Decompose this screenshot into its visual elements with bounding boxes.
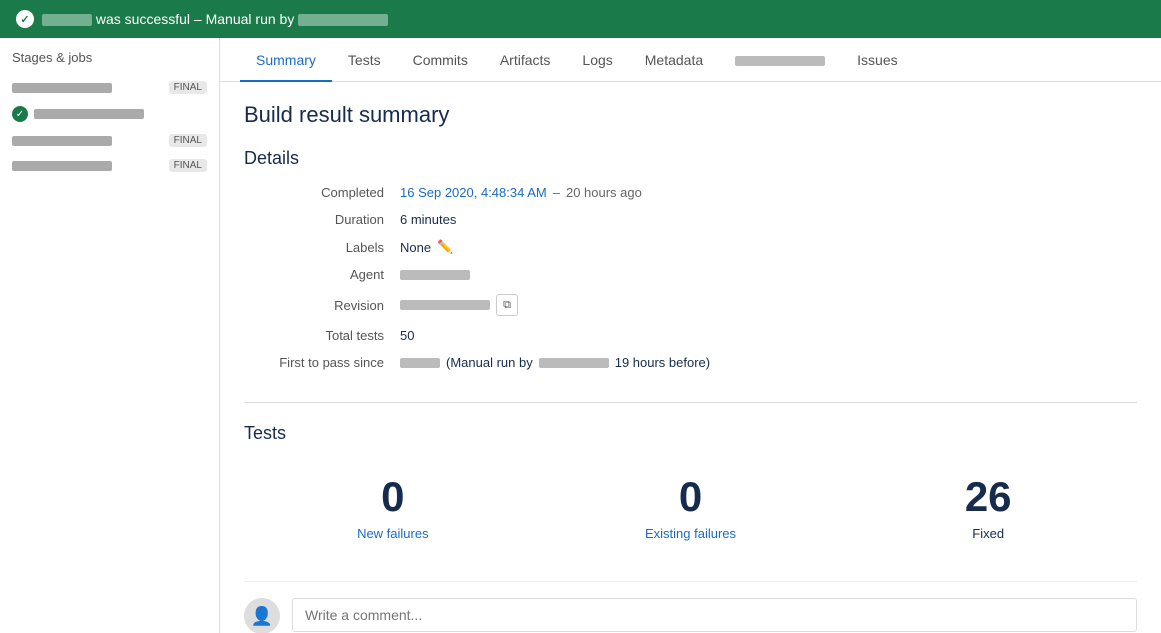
sidebar-item-3[interactable]: FINAL bbox=[0, 128, 219, 153]
comment-section: 👤 bbox=[244, 581, 1137, 633]
sidebar-item-2-label bbox=[34, 109, 144, 119]
labels-row: Labels None ✏️ bbox=[244, 239, 1137, 255]
revision-row: Revision ⧉ bbox=[244, 294, 1137, 316]
redacted-build-name bbox=[42, 14, 92, 26]
main-content: Summary Tests Commits Artifacts Logs Met… bbox=[220, 38, 1161, 633]
tab-redacted-label bbox=[735, 56, 825, 66]
new-failures-label[interactable]: New failures bbox=[357, 526, 429, 541]
total-tests-row: Total tests 50 bbox=[244, 328, 1137, 343]
completed-label: Completed bbox=[244, 185, 384, 200]
sidebar-item-1-content bbox=[12, 83, 112, 93]
avatar-icon: 👤 bbox=[251, 606, 273, 627]
sidebar-title: Stages & jobs bbox=[0, 50, 219, 75]
main-layout: Stages & jobs FINAL FINAL bbox=[0, 38, 1161, 633]
completed-row: Completed 16 Sep 2020, 4:48:34 AM – 20 h… bbox=[244, 185, 1137, 200]
total-tests-count: 50 bbox=[400, 328, 414, 343]
existing-failures-count: 0 bbox=[679, 476, 702, 518]
existing-failures-stat: 0 Existing failures bbox=[542, 460, 840, 557]
avatar: 👤 bbox=[244, 598, 280, 633]
page-content: Build result summary Details Completed 1… bbox=[220, 82, 1161, 633]
duration-label: Duration bbox=[244, 212, 384, 227]
tests-title: Tests bbox=[244, 423, 1137, 444]
tab-commits[interactable]: Commits bbox=[397, 38, 484, 82]
sidebar-badge-4: FINAL bbox=[169, 159, 207, 172]
sidebar-badge-1: FINAL bbox=[169, 81, 207, 94]
tab-tests[interactable]: Tests bbox=[332, 38, 397, 82]
sidebar-item-1-label bbox=[12, 83, 112, 93]
duration-row: Duration 6 minutes bbox=[244, 212, 1137, 227]
completed-relative: 20 hours ago bbox=[566, 185, 642, 200]
sidebar-item-4-label bbox=[12, 161, 112, 171]
redacted-user bbox=[298, 14, 388, 26]
comment-input[interactable] bbox=[292, 598, 1137, 632]
revision-value: ⧉ bbox=[400, 294, 518, 316]
agent-redacted bbox=[400, 270, 470, 280]
copy-revision-icon[interactable]: ⧉ bbox=[496, 294, 518, 316]
sidebar-item-4-content bbox=[12, 161, 112, 171]
top-bar-text: was successful – Manual run by bbox=[42, 11, 388, 27]
tab-artifacts[interactable]: Artifacts bbox=[484, 38, 567, 82]
details-title: Details bbox=[244, 148, 1137, 169]
fixed-count: 26 bbox=[965, 476, 1012, 518]
completed-date-link[interactable]: 16 Sep 2020, 4:48:34 AM bbox=[400, 185, 547, 200]
tab-logs[interactable]: Logs bbox=[566, 38, 628, 82]
new-failures-count: 0 bbox=[381, 476, 404, 518]
first-pass-label: First to pass since bbox=[244, 355, 384, 370]
sidebar-item-2-content bbox=[12, 106, 144, 122]
sidebar: Stages & jobs FINAL FINAL bbox=[0, 38, 220, 633]
first-pass-redacted-1 bbox=[400, 358, 440, 368]
tests-stats: 0 New failures 0 Existing failures 26 Fi… bbox=[244, 460, 1137, 557]
revision-label: Revision bbox=[244, 298, 384, 313]
total-tests-value: 50 bbox=[400, 328, 414, 343]
sidebar-item-3-content bbox=[12, 136, 112, 146]
sidebar-badge-3: FINAL bbox=[169, 134, 207, 147]
completed-separator: – bbox=[553, 185, 560, 200]
tab-summary[interactable]: Summary bbox=[240, 38, 332, 82]
sidebar-item-4[interactable]: FINAL bbox=[0, 153, 219, 178]
fixed-label: Fixed bbox=[972, 526, 1004, 541]
labels-label: Labels bbox=[244, 240, 384, 255]
agent-value bbox=[400, 270, 470, 280]
new-failures-stat: 0 New failures bbox=[244, 460, 542, 557]
first-pass-row: First to pass since (Manual run by 19 ho… bbox=[244, 355, 1137, 370]
sidebar-item-2[interactable] bbox=[0, 100, 219, 128]
duration-text: 6 minutes bbox=[400, 212, 456, 227]
success-icon bbox=[16, 10, 34, 28]
first-pass-value: (Manual run by 19 hours before) bbox=[400, 355, 710, 370]
labels-text: None bbox=[400, 240, 431, 255]
fixed-stat: 26 Fixed bbox=[839, 460, 1137, 557]
duration-value: 6 minutes bbox=[400, 212, 456, 227]
page-title: Build result summary bbox=[244, 102, 1137, 128]
tabs-bar: Summary Tests Commits Artifacts Logs Met… bbox=[220, 38, 1161, 82]
tests-section: Tests 0 New failures 0 Existing failures bbox=[244, 423, 1137, 557]
check-icon-2 bbox=[12, 106, 28, 122]
top-bar: was successful – Manual run by bbox=[0, 0, 1161, 38]
first-pass-redacted-2 bbox=[539, 358, 609, 368]
details-section: Details Completed 16 Sep 2020, 4:48:34 A… bbox=[244, 148, 1137, 403]
tab-redacted[interactable] bbox=[719, 38, 841, 82]
first-pass-paren-open: (Manual run by bbox=[446, 355, 533, 370]
agent-row: Agent bbox=[244, 267, 1137, 282]
status-text: was successful – Manual run by bbox=[96, 11, 294, 27]
revision-redacted bbox=[400, 300, 490, 310]
existing-failures-label[interactable]: Existing failures bbox=[645, 526, 736, 541]
first-pass-hours: 19 hours before) bbox=[615, 355, 710, 370]
labels-value: None ✏️ bbox=[400, 239, 453, 255]
tab-issues[interactable]: Issues bbox=[841, 38, 913, 82]
sidebar-item-3-label bbox=[12, 136, 112, 146]
tab-metadata[interactable]: Metadata bbox=[629, 38, 719, 82]
sidebar-item-1[interactable]: FINAL bbox=[0, 75, 219, 100]
total-tests-label: Total tests bbox=[244, 328, 384, 343]
agent-label: Agent bbox=[244, 267, 384, 282]
edit-labels-icon[interactable]: ✏️ bbox=[437, 239, 453, 255]
completed-value: 16 Sep 2020, 4:48:34 AM – 20 hours ago bbox=[400, 185, 642, 200]
